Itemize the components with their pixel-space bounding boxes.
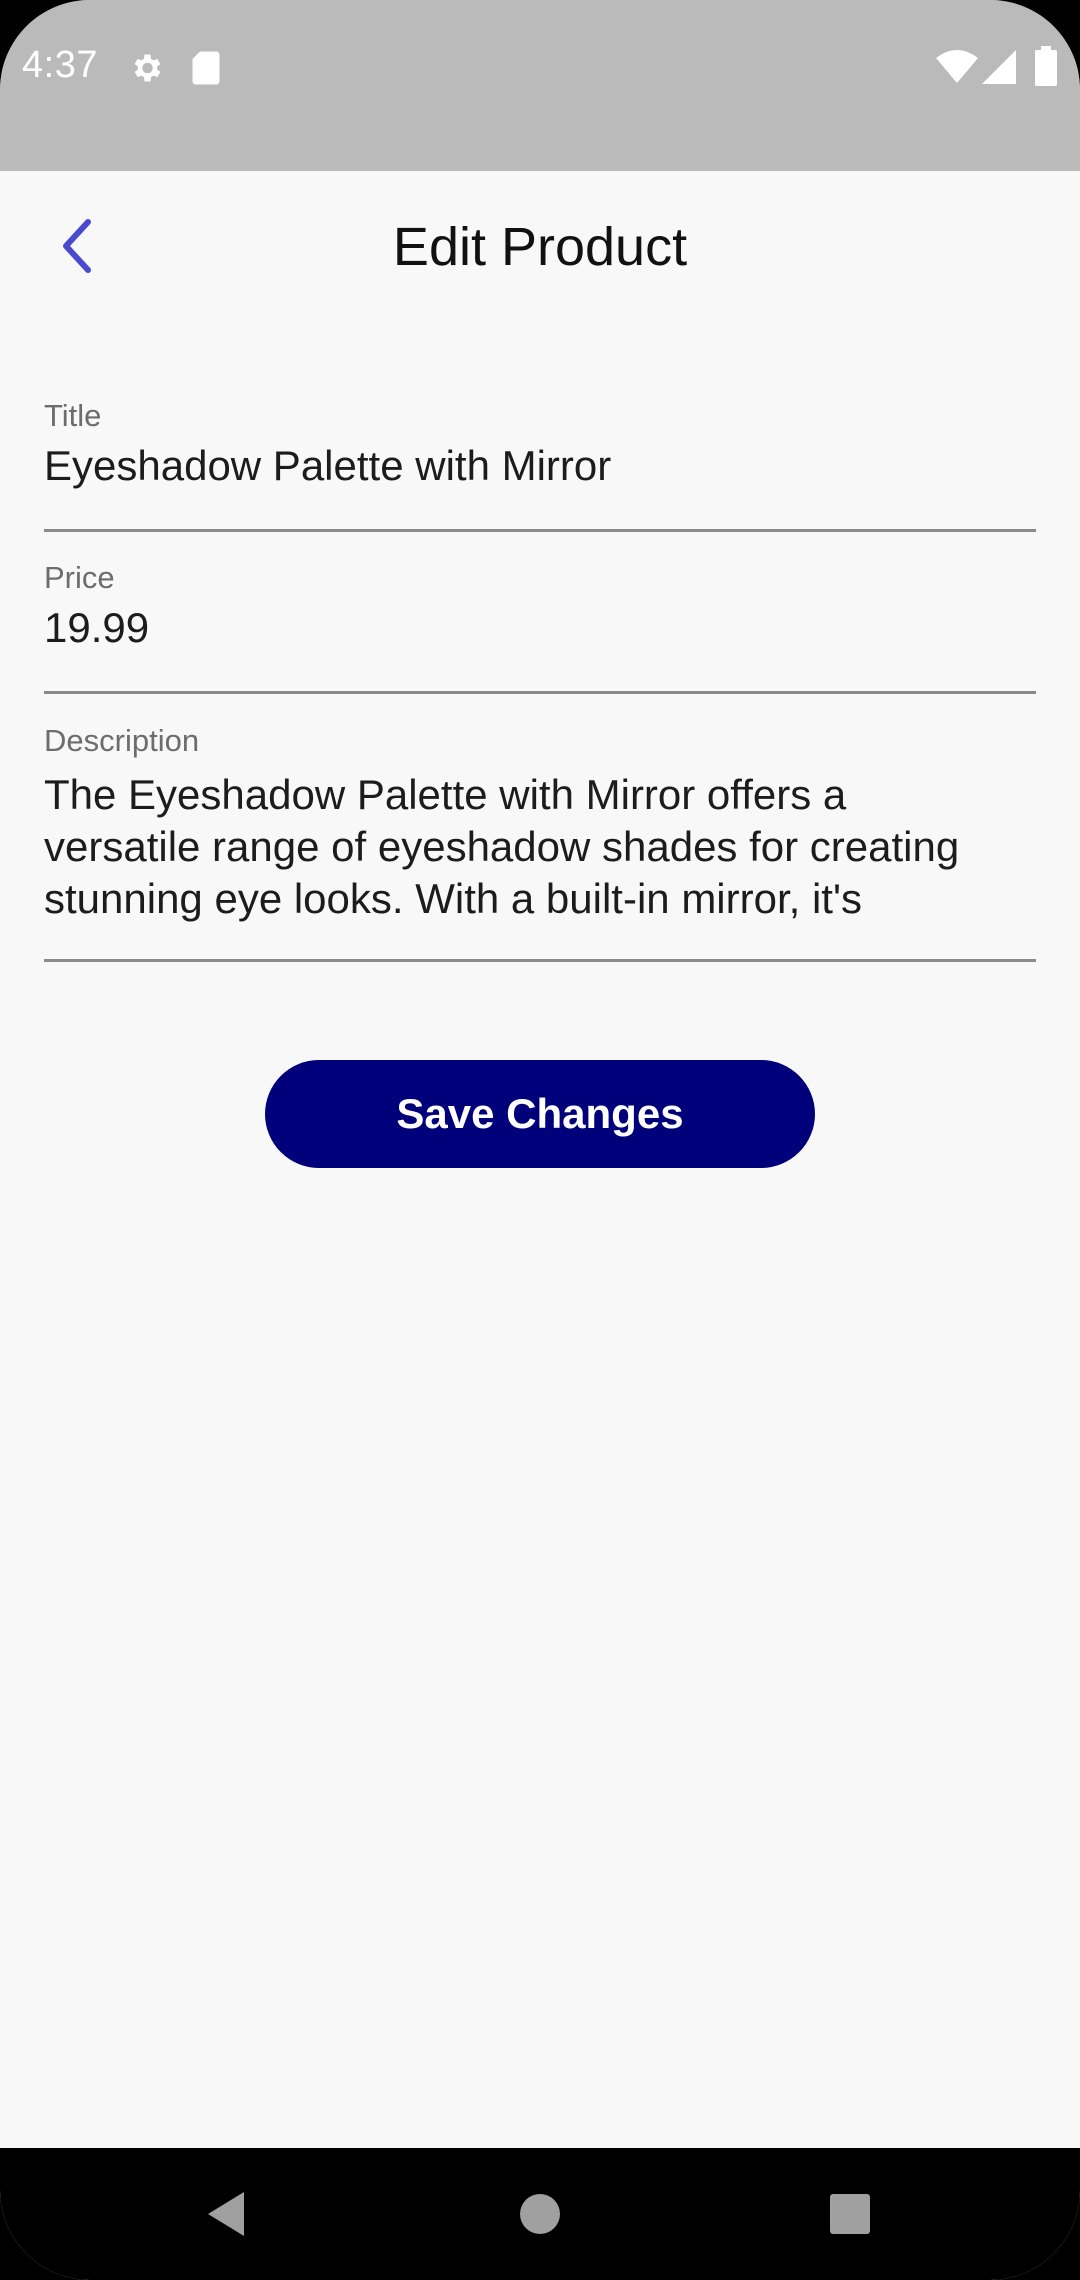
page-title: Edit Product [392, 217, 688, 277]
battery-icon [1035, 46, 1057, 86]
sd-card-icon [192, 51, 220, 85]
back-triangle-icon[interactable] [204, 2190, 248, 2238]
description-field-value[interactable]: The Eyeshadow Palette with Mirror offers… [44, 769, 1036, 925]
description-field-label: Description [44, 723, 200, 758]
navigation-bar [0, 2148, 1080, 2280]
title-field[interactable]: Title Eyeshadow Palette with Mirror [44, 398, 1036, 532]
description-field[interactable]: Description The Eyeshadow Palette with M… [44, 723, 1036, 962]
status-time: 4:37 [22, 44, 98, 86]
home-circle-icon[interactable] [518, 2192, 562, 2236]
title-field-value[interactable]: Eyeshadow Palette with Mirror [44, 440, 1036, 492]
recents-square-icon[interactable] [828, 2192, 872, 2236]
price-field-label: Price [44, 560, 115, 595]
price-field-value[interactable]: 19.99 [44, 602, 1036, 654]
wifi-icon [936, 50, 978, 83]
title-field-label: Title [44, 398, 102, 433]
status-bar: 4:37 [0, 0, 1080, 171]
gear-icon [134, 54, 161, 82]
cell-signal-icon [982, 50, 1016, 84]
app-screen: 4:37 Edit Product Title Eyeshadow Palett… [0, 0, 1080, 2280]
save-changes-button[interactable]: Save Changes [265, 1060, 815, 1168]
price-field[interactable]: Price 19.99 [44, 560, 1036, 694]
